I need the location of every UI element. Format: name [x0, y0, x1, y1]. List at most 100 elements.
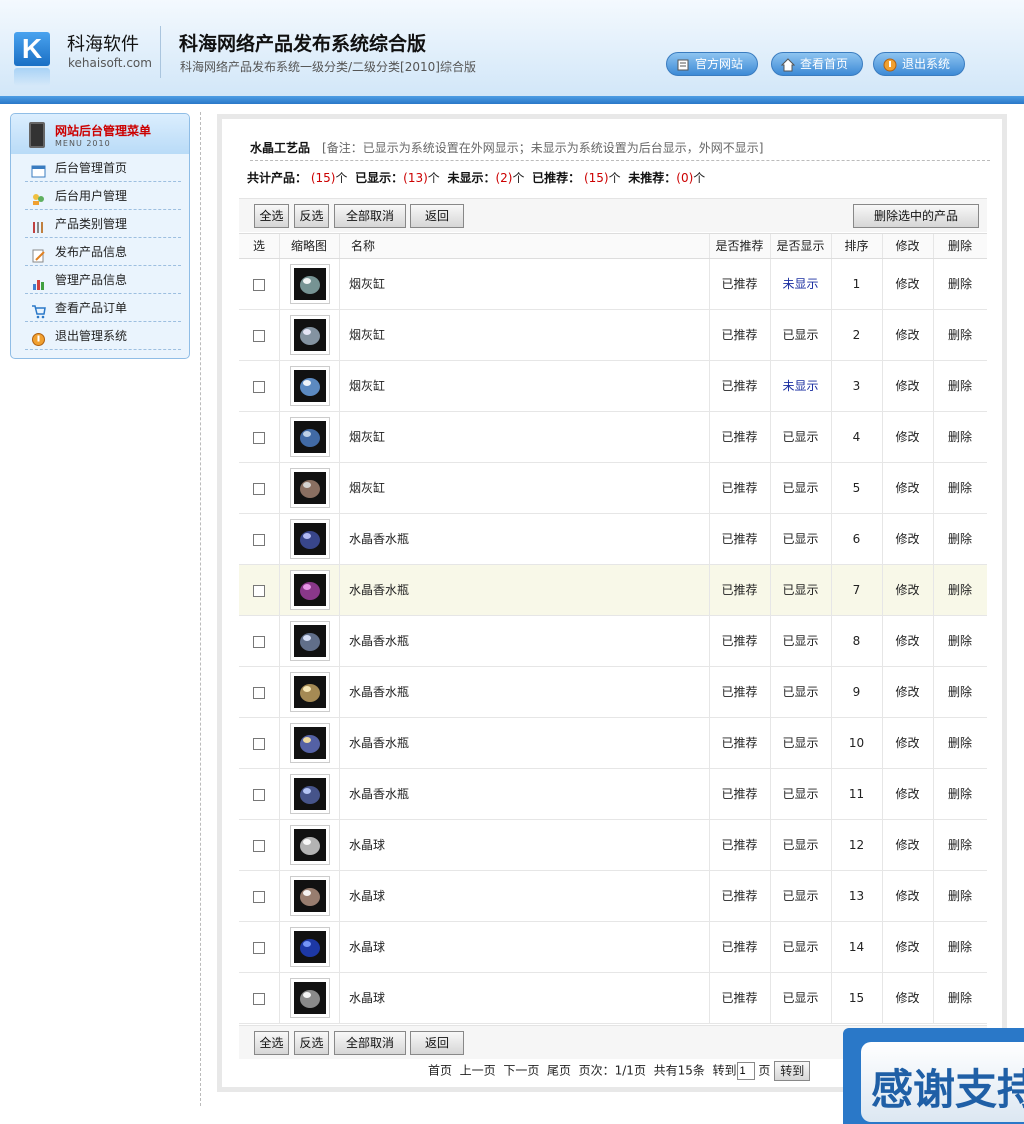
row-checkbox[interactable]: [253, 891, 265, 903]
display-status[interactable]: 已显示: [770, 565, 831, 616]
delete-link[interactable]: 删除: [933, 310, 987, 361]
recommended-status[interactable]: 已推荐: [709, 718, 770, 769]
edit-link[interactable]: 修改: [882, 565, 933, 616]
product-thumbnail[interactable]: [290, 774, 330, 814]
recommended-status[interactable]: 已推荐: [709, 769, 770, 820]
product-thumbnail[interactable]: [290, 417, 330, 457]
sidebar-item-admin-home[interactable]: 后台管理首页: [25, 154, 181, 182]
recommended-status[interactable]: 已推荐: [709, 973, 770, 1024]
row-checkbox[interactable]: [253, 840, 265, 852]
delete-link[interactable]: 删除: [933, 922, 987, 973]
edit-link[interactable]: 修改: [882, 616, 933, 667]
delete-link[interactable]: 删除: [933, 718, 987, 769]
product-thumbnail[interactable]: [290, 468, 330, 508]
sidebar-item-categories[interactable]: 产品类别管理: [25, 210, 181, 238]
product-thumbnail[interactable]: [290, 570, 330, 610]
recommended-status[interactable]: 已推荐: [709, 820, 770, 871]
back-button[interactable]: 返回: [410, 1031, 464, 1055]
pager-last-link[interactable]: 尾页: [547, 1064, 571, 1078]
row-checkbox[interactable]: [253, 738, 265, 750]
delete-link[interactable]: 删除: [933, 361, 987, 412]
recommended-status[interactable]: 已推荐: [709, 259, 770, 310]
row-checkbox[interactable]: [253, 636, 265, 648]
invert-selection-button[interactable]: 反选: [294, 204, 329, 228]
delete-link[interactable]: 删除: [933, 667, 987, 718]
product-thumbnail[interactable]: [290, 264, 330, 304]
delete-link[interactable]: 删除: [933, 616, 987, 667]
edit-link[interactable]: 修改: [882, 310, 933, 361]
display-status[interactable]: 已显示: [770, 820, 831, 871]
product-thumbnail[interactable]: [290, 366, 330, 406]
sidebar-item-publish[interactable]: 发布产品信息: [25, 238, 181, 266]
edit-link[interactable]: 修改: [882, 973, 933, 1024]
sidebar-item-exit[interactable]: 退出管理系统: [25, 322, 181, 350]
display-status[interactable]: 未显示: [770, 259, 831, 310]
product-thumbnail[interactable]: [290, 978, 330, 1018]
row-checkbox[interactable]: [253, 432, 265, 444]
recommended-status[interactable]: 已推荐: [709, 361, 770, 412]
display-status[interactable]: 已显示: [770, 922, 831, 973]
cancel-all-button[interactable]: 全部取消: [334, 204, 406, 228]
delete-link[interactable]: 删除: [933, 514, 987, 565]
pager-goto-button[interactable]: 转到: [774, 1061, 811, 1081]
delete-link[interactable]: 删除: [933, 463, 987, 514]
recommended-status[interactable]: 已推荐: [709, 616, 770, 667]
view-home-button[interactable]: 查看首页: [771, 52, 863, 76]
sidebar-item-users[interactable]: 后台用户管理: [25, 182, 181, 210]
sidebar-item-manage-products[interactable]: 管理产品信息: [25, 266, 181, 294]
recommended-status[interactable]: 已推荐: [709, 412, 770, 463]
edit-link[interactable]: 修改: [882, 463, 933, 514]
delete-link[interactable]: 删除: [933, 565, 987, 616]
row-checkbox[interactable]: [253, 330, 265, 342]
edit-link[interactable]: 修改: [882, 718, 933, 769]
delete-selected-button[interactable]: 删除选中的产品: [853, 204, 979, 228]
edit-link[interactable]: 修改: [882, 514, 933, 565]
row-checkbox[interactable]: [253, 534, 265, 546]
edit-link[interactable]: 修改: [882, 820, 933, 871]
pager-prev-link[interactable]: 上一页: [460, 1064, 496, 1078]
row-checkbox[interactable]: [253, 483, 265, 495]
delete-link[interactable]: 删除: [933, 871, 987, 922]
recommended-status[interactable]: 已推荐: [709, 667, 770, 718]
display-status[interactable]: 已显示: [770, 310, 831, 361]
edit-link[interactable]: 修改: [882, 922, 933, 973]
recommended-status[interactable]: 已推荐: [709, 463, 770, 514]
row-checkbox[interactable]: [253, 942, 265, 954]
edit-link[interactable]: 修改: [882, 412, 933, 463]
delete-link[interactable]: 删除: [933, 259, 987, 310]
delete-link[interactable]: 删除: [933, 412, 987, 463]
row-checkbox[interactable]: [253, 279, 265, 291]
product-thumbnail[interactable]: [290, 621, 330, 661]
display-status[interactable]: 已显示: [770, 769, 831, 820]
product-thumbnail[interactable]: [290, 672, 330, 712]
recommended-status[interactable]: 已推荐: [709, 922, 770, 973]
display-status[interactable]: 已显示: [770, 871, 831, 922]
recommended-status[interactable]: 已推荐: [709, 565, 770, 616]
display-status[interactable]: 未显示: [770, 361, 831, 412]
select-all-button[interactable]: 全选: [254, 204, 289, 228]
pager-next-link[interactable]: 下一页: [503, 1064, 539, 1078]
row-checkbox[interactable]: [253, 585, 265, 597]
row-checkbox[interactable]: [253, 993, 265, 1005]
thanks-banner[interactable]: 感谢支持: [843, 1028, 1024, 1124]
display-status[interactable]: 已显示: [770, 616, 831, 667]
product-thumbnail[interactable]: [290, 927, 330, 967]
recommended-status[interactable]: 已推荐: [709, 871, 770, 922]
display-status[interactable]: 已显示: [770, 412, 831, 463]
delete-link[interactable]: 删除: [933, 820, 987, 871]
delete-link[interactable]: 删除: [933, 973, 987, 1024]
row-checkbox[interactable]: [253, 789, 265, 801]
edit-link[interactable]: 修改: [882, 769, 933, 820]
display-status[interactable]: 已显示: [770, 718, 831, 769]
display-status[interactable]: 已显示: [770, 973, 831, 1024]
recommended-status[interactable]: 已推荐: [709, 514, 770, 565]
edit-link[interactable]: 修改: [882, 259, 933, 310]
recommended-status[interactable]: 已推荐: [709, 310, 770, 361]
pager-first-link[interactable]: 首页: [428, 1064, 452, 1078]
select-all-button[interactable]: 全选: [254, 1031, 289, 1055]
pager-page-input[interactable]: [736, 1062, 755, 1080]
back-button[interactable]: 返回: [410, 204, 464, 228]
official-site-button[interactable]: 官方网站: [666, 52, 758, 76]
row-checkbox[interactable]: [253, 381, 265, 393]
edit-link[interactable]: 修改: [882, 361, 933, 412]
